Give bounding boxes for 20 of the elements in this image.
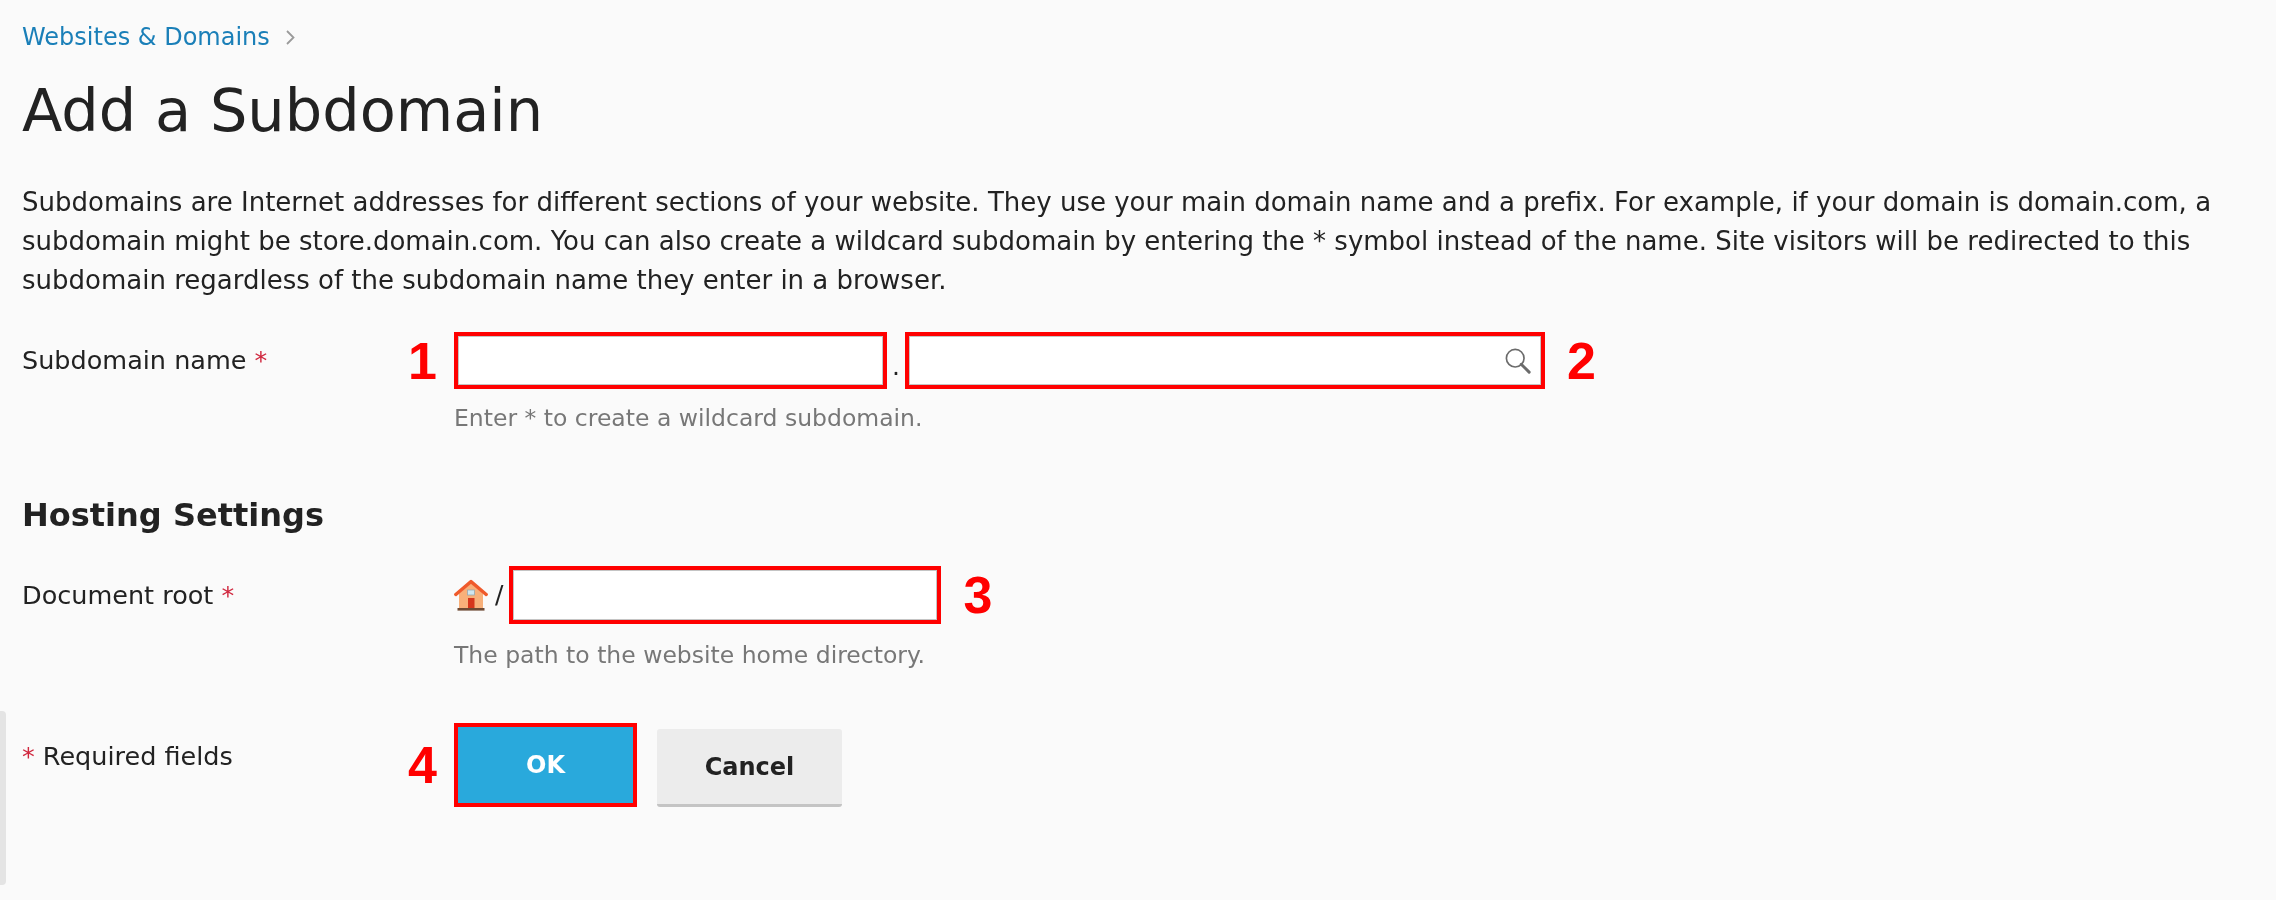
step-number: 4: [408, 739, 437, 791]
page-title: Add a Subdomain: [22, 75, 544, 147]
step-number: 1: [408, 334, 437, 387]
separator-dot: .: [892, 354, 900, 379]
hint-text: Enter * to create a wildcard subdomain.: [454, 403, 923, 433]
house-icon: [454, 579, 488, 611]
cancel-button[interactable]: Cancel: [657, 729, 842, 807]
field-label: Subdomain name *: [22, 344, 268, 377]
chevron-right-icon: [285, 29, 295, 45]
step-number: 2: [1566, 334, 1596, 387]
field-label: Document root *: [22, 579, 235, 612]
ok-button[interactable]: OK: [458, 727, 633, 803]
step-number: 3: [963, 569, 993, 621]
section-heading: Hosting Settings: [22, 495, 324, 536]
description-text: Subdomains are Internet addresses for different sections of your website. They use your main domain name and a prefix. For example, if your domain is domain.com, a subdomain might be store.domain.com. You can also create a wildcard subdomain by entering the * symbol instead of the name. Site visitors will be redirected to this subdomain regardless of the subdomain name they enter in a browser.: [22, 186, 2213, 297]
required-fields-note: * Required fields: [22, 740, 233, 773]
search-icon: [1504, 347, 1531, 374]
path-separator: /: [495, 580, 504, 610]
breadcrumb-link[interactable]: Websites & Domains: [22, 19, 270, 55]
hint-text: The path to the website home directory.: [454, 640, 926, 670]
